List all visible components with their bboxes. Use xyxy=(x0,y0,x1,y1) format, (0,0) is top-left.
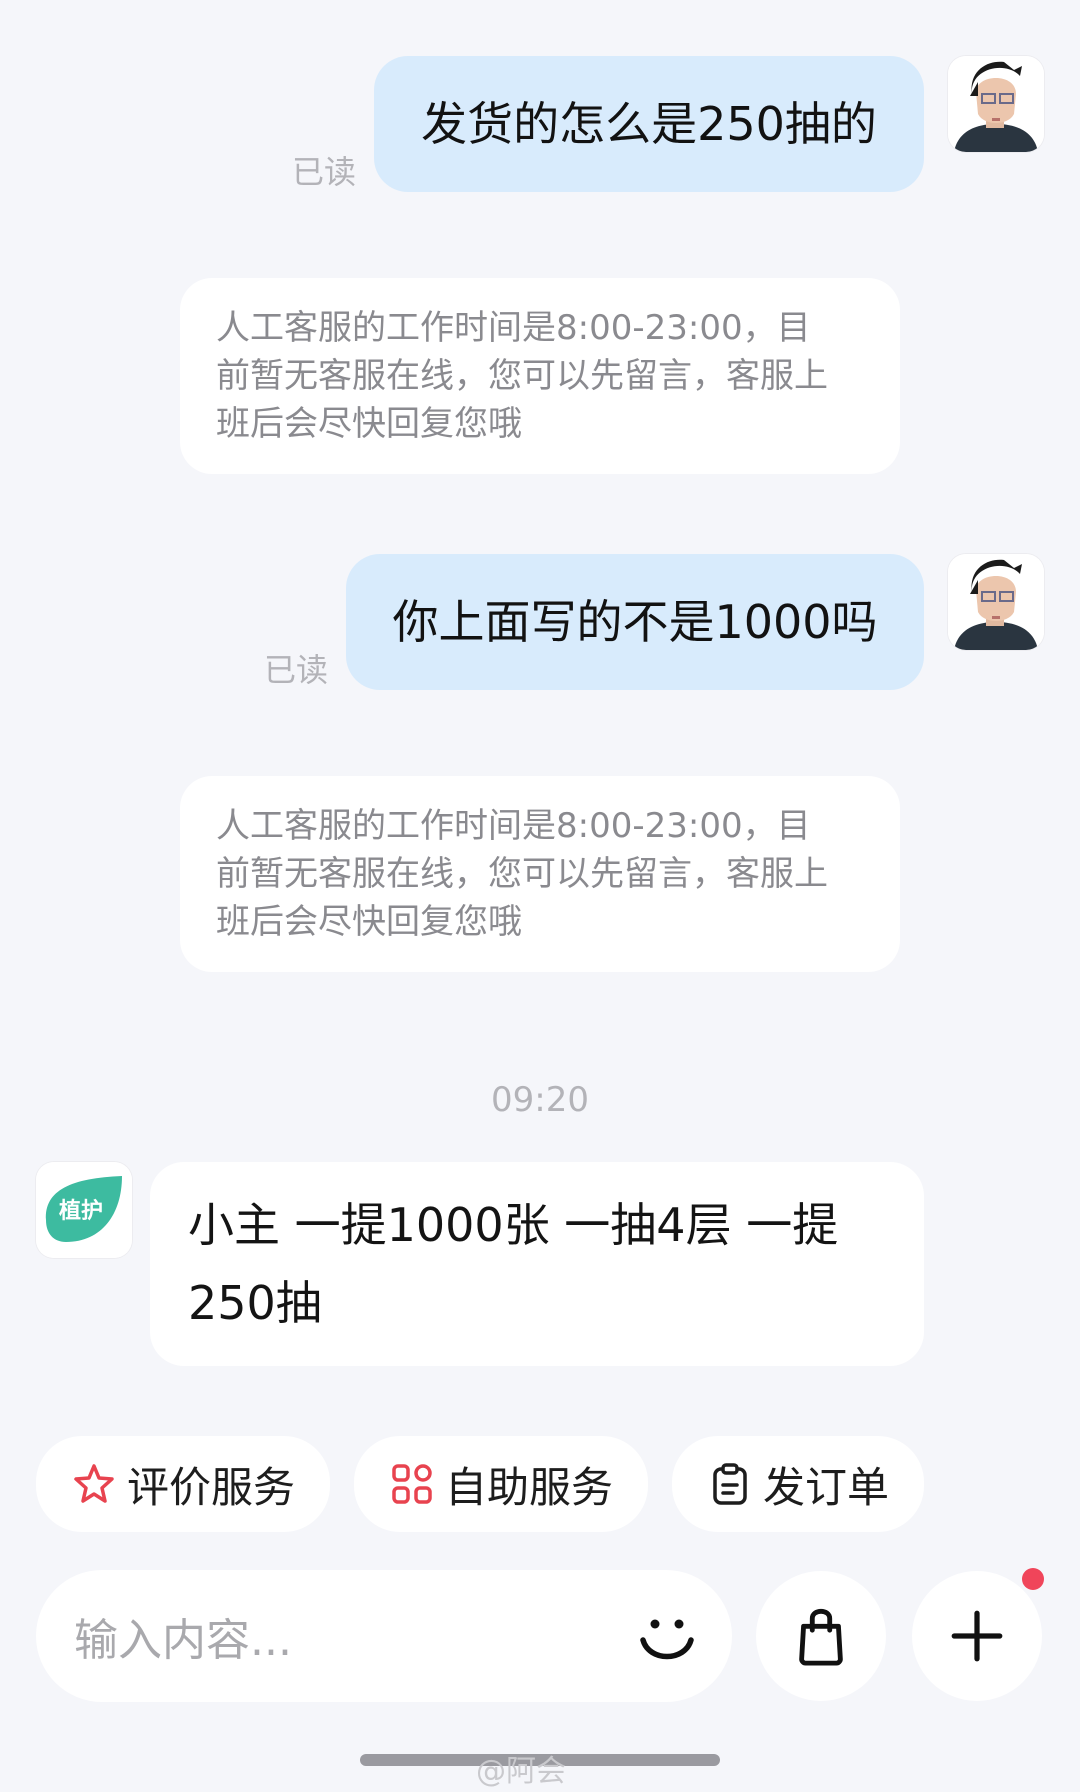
clipboard-icon xyxy=(713,1463,747,1505)
brand-logo-text: 植护 xyxy=(59,1198,103,1224)
shopping-bag-icon xyxy=(799,1608,843,1666)
rate-service-button[interactable]: 评价服务 xyxy=(36,1436,330,1532)
chip-label: 发订单 xyxy=(762,1462,889,1512)
system-message-line: 前暂无客服在线，您可以先留言，客服上 xyxy=(216,356,828,396)
message-line: 小主 一提1000张 一抽4层 一提 xyxy=(188,1198,839,1252)
message-text: 发货的怎么是250抽的 xyxy=(421,97,877,151)
system-message-bubble: 人工客服的工作时间是8:00-23:00，目 前暂无客服在线，您可以先留言，客服… xyxy=(180,776,900,972)
system-message-line: 人工客服的工作时间是8:00-23:00，目 xyxy=(216,308,811,348)
user-avatar[interactable] xyxy=(948,554,1044,650)
user-avatar-icon xyxy=(948,56,1044,152)
system-message-bubble: 人工客服的工作时间是8:00-23:00，目 前暂无客服在线，您可以先留言，客服… xyxy=(180,278,900,474)
shopping-bag-button[interactable] xyxy=(756,1571,886,1701)
watermark: @阿会 xyxy=(476,1754,566,1789)
chip-label: 评价服务 xyxy=(126,1462,295,1512)
system-message-line: 班后会尽快回复您哦 xyxy=(216,404,522,444)
grid-icon xyxy=(392,1464,432,1504)
notification-dot xyxy=(1022,1568,1044,1590)
read-receipt: 已读 xyxy=(292,153,357,191)
star-icon xyxy=(74,1464,114,1503)
message-input[interactable]: 输入内容... xyxy=(36,1570,732,1702)
smiley-icon xyxy=(640,1619,694,1660)
input-placeholder: 输入内容... xyxy=(74,1615,292,1666)
outgoing-message-bubble[interactable]: 你上面写的不是1000吗 xyxy=(346,554,924,690)
system-message-line: 前暂无客服在线，您可以先留言，客服上 xyxy=(216,854,828,894)
incoming-message-bubble[interactable]: 小主 一提1000张 一抽4层 一提 250抽 xyxy=(150,1162,924,1366)
emoji-button[interactable] xyxy=(602,1570,732,1702)
user-avatar[interactable] xyxy=(948,56,1044,152)
message-timestamp: 09:20 xyxy=(491,1080,589,1120)
plus-icon xyxy=(951,1610,1003,1662)
send-order-button[interactable]: 发订单 xyxy=(672,1436,924,1532)
message-text: 你上面写的不是1000吗 xyxy=(392,595,878,649)
user-avatar-icon xyxy=(948,554,1044,650)
system-message-line: 班后会尽快回复您哦 xyxy=(216,902,522,942)
self-service-button[interactable]: 自助服务 xyxy=(354,1436,648,1532)
more-options-button[interactable] xyxy=(912,1571,1042,1701)
chip-label: 自助服务 xyxy=(444,1462,613,1512)
read-receipt: 已读 xyxy=(264,651,329,689)
message-line: 250抽 xyxy=(188,1276,322,1330)
outgoing-message-bubble[interactable]: 发货的怎么是250抽的 xyxy=(374,56,924,192)
shop-avatar[interactable]: 植护 xyxy=(36,1162,132,1258)
system-message-line: 人工客服的工作时间是8:00-23:00，目 xyxy=(216,806,811,846)
brand-logo-icon: 植护 xyxy=(36,1162,132,1258)
